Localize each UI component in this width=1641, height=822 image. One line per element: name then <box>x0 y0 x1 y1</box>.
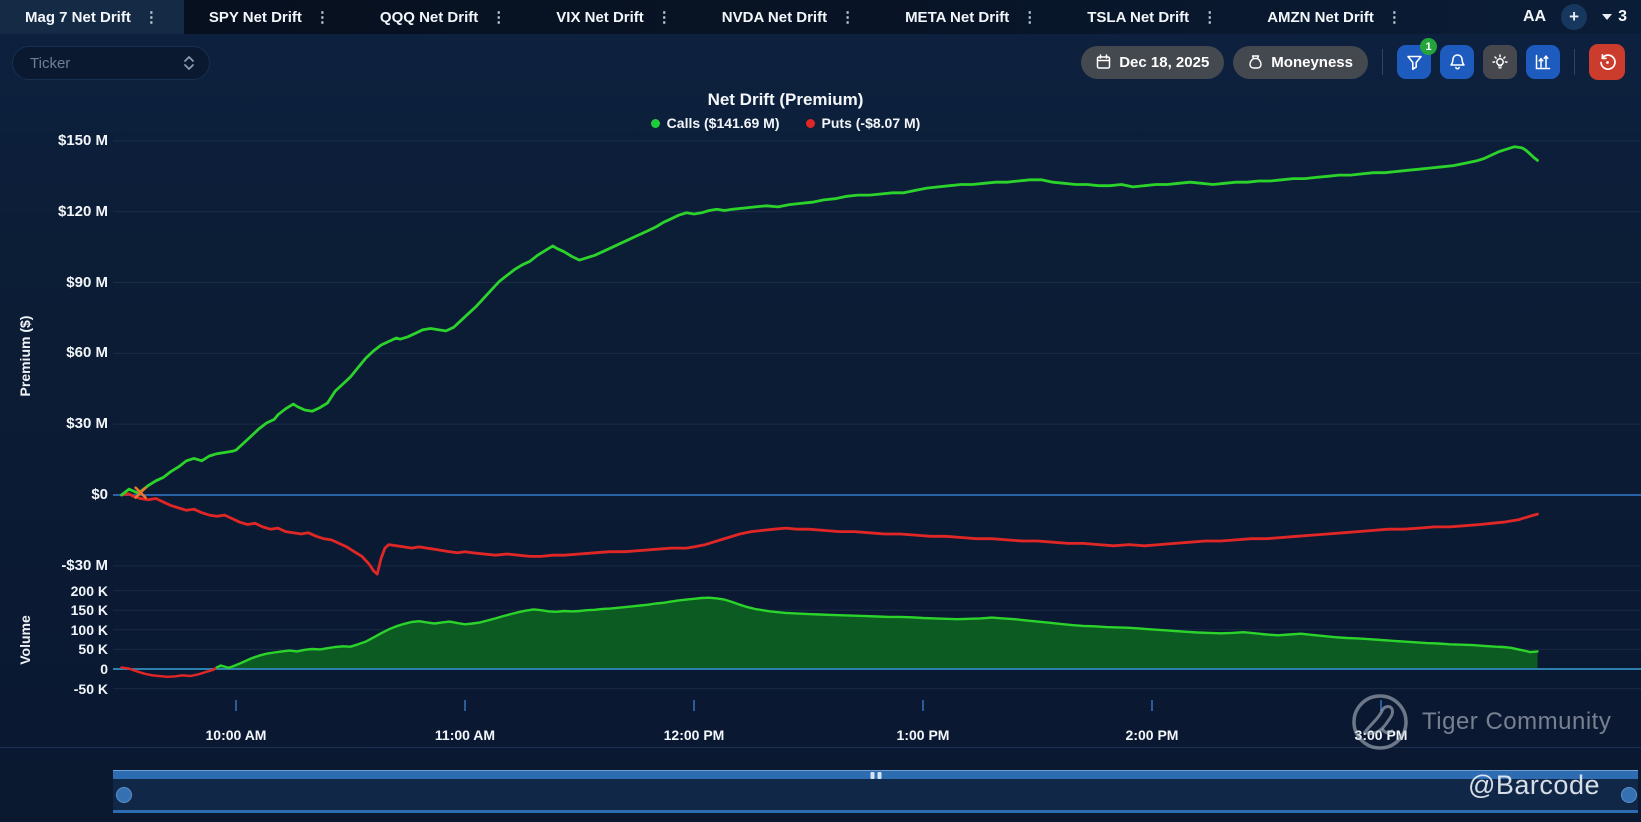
time-tick: 2:00 PM <box>1125 727 1179 743</box>
range-handle-left[interactable] <box>116 787 132 803</box>
time-range-selector[interactable] <box>113 770 1638 813</box>
time-axis-ticks: 10:00 AM 11:00 AM 12:00 PM 1:00 PM 2:00 … <box>0 0 1641 822</box>
axis-separator <box>0 747 1641 748</box>
range-handle-right[interactable] <box>1621 787 1637 803</box>
time-tick: 1:00 PM <box>896 727 950 743</box>
trading-app-window: Mag 7 Net Drift ⋮ SPY Net Drift ⋮ QQQ Ne… <box>0 0 1641 822</box>
time-tick: 12:00 PM <box>663 727 725 743</box>
range-selector-track[interactable] <box>113 770 1638 779</box>
time-tick: 10:00 AM <box>205 727 267 743</box>
range-selector-bottom-rail <box>113 810 1638 813</box>
range-selector-window[interactable] <box>113 779 1638 810</box>
time-tick: 11:00 AM <box>434 727 496 743</box>
time-tick: 3:00 PM <box>1354 727 1408 743</box>
range-selector-grip[interactable] <box>870 772 881 779</box>
